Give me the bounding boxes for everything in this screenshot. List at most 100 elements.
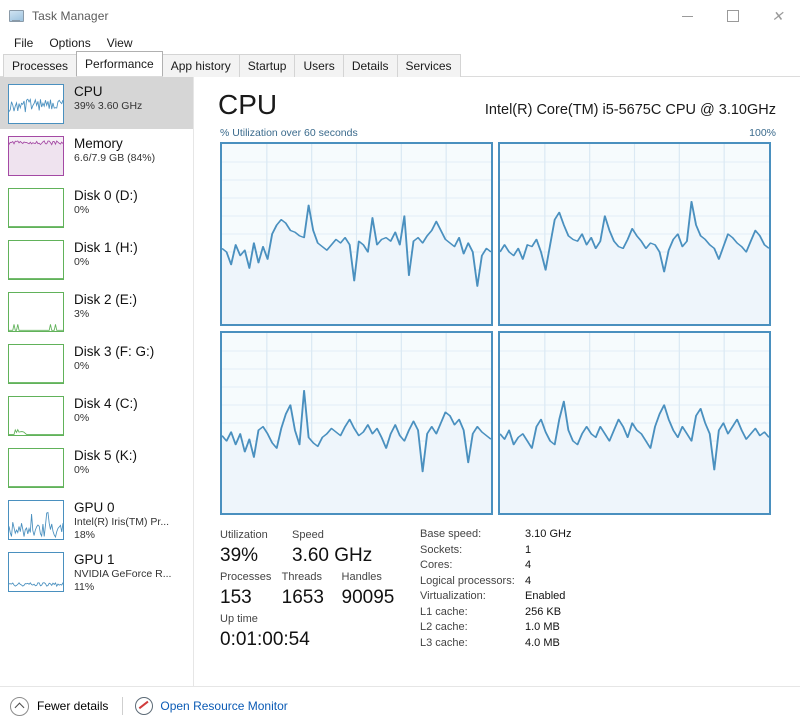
fewer-details-label: Fewer details <box>37 699 109 713</box>
cpu-detail-values: 3.10 GHz 1 4 4 Enabled 256 KB 1.0 MB 4.0 MB <box>525 527 571 653</box>
title-bar: Task Manager ✕ <box>0 0 800 32</box>
cpu-detail-value: 1 <box>525 543 532 556</box>
page-title: CPU <box>218 89 278 120</box>
task-manager-icon <box>8 8 24 24</box>
minimize-button[interactable] <box>665 0 710 32</box>
sidebar-item-text: Disk 4 (C:) 0% <box>74 396 138 425</box>
tab-processes[interactable]: Processes <box>3 54 78 77</box>
stat-handles: Handles 90095 <box>342 569 410 611</box>
tab-services[interactable]: Services <box>396 54 461 77</box>
cpu-detail-value: 1.0 MB <box>525 621 560 633</box>
sidebar-item-label: Disk 0 (D:) <box>74 188 138 203</box>
graph-max-label: 100% <box>749 127 776 139</box>
cpu-stats-primary: Utilization 39% Speed 3.60 GHz Processes… <box>220 527 410 653</box>
sidebar-item-label: CPU <box>74 84 103 99</box>
window-title: Task Manager <box>32 9 109 23</box>
cpu-detail-value: 4 <box>525 574 532 587</box>
sidebar-item-memory[interactable]: Memory 6.6/7.9 GB (84%) <box>0 129 193 181</box>
stat-threads-value: 1653 <box>281 587 324 608</box>
cpu-detail-value: 3.10 GHz <box>525 528 572 540</box>
stat-utilization-label: Utilization <box>220 529 268 541</box>
sidebar-item-subtext: Intel(R) Iris(TM) Pr... <box>74 516 170 528</box>
stat-processes: Processes 153 <box>220 569 282 611</box>
stat-threads-label: Threads <box>281 571 322 583</box>
cpu-model-label: Intel(R) Core(TM) i5-5675C CPU @ 3.10GHz <box>484 102 776 118</box>
sidebar-item-disk-1-h[interactable]: Disk 1 (H:) 0% <box>0 233 193 285</box>
menu-file[interactable]: File <box>6 34 41 52</box>
cpu-stats-details: Base speed: Sockets: Cores: Logical process… <box>420 527 571 653</box>
sidebar-item-text: Disk 1 (H:) 0% <box>74 240 138 269</box>
cpu-detail-pane: CPU Intel(R) Core(TM) i5-5675C CPU @ 3.1… <box>194 77 800 700</box>
sidebar-item-label: Disk 1 (H:) <box>74 240 138 255</box>
graph-caption: % Utilization over 60 seconds <box>220 127 358 139</box>
tab-bar: Processes Performance App history Startu… <box>0 51 800 77</box>
cpu-detail-label: Base speed: <box>420 528 482 540</box>
status-divider <box>122 697 124 715</box>
cpu-detail-label: Sockets: <box>420 543 463 556</box>
close-button[interactable]: ✕ <box>755 0 800 32</box>
stat-uptime-label: Up time <box>220 613 258 625</box>
sidebar-item-text: Memory 6.6/7.9 GB (84%) <box>74 136 155 165</box>
cpu-detail-value: 256 KB <box>525 605 562 618</box>
sidebar-item-gpu-0[interactable]: GPU 0 Intel(R) Iris(TM) Pr... 18% <box>0 493 193 545</box>
tab-startup[interactable]: Startup <box>238 54 296 77</box>
tab-users[interactable]: Users <box>294 54 344 77</box>
sidebar-mini-graph <box>8 240 64 280</box>
sidebar-item-subtext: 6.6/7.9 GB (84%) <box>74 152 156 164</box>
cpu-detail-label: L3 cache: <box>420 636 468 649</box>
menu-view[interactable]: View <box>99 34 141 52</box>
chevron-up-circle-icon <box>10 696 29 716</box>
sidebar-item-label: Disk 5 (K:) <box>74 448 138 463</box>
stat-speed-value: 3.60 GHz <box>292 545 373 566</box>
sidebar-mini-graph <box>8 552 64 592</box>
cpu-detail-value: Enabled <box>525 590 566 602</box>
cpu-core-graph[interactable] <box>220 142 493 326</box>
sidebar-mini-graph <box>8 188 64 228</box>
sidebar-item-label: Disk 3 (F: G:) <box>74 344 155 359</box>
cpu-core-graph[interactable] <box>220 331 493 515</box>
cpu-detail-label: L1 cache: <box>420 605 468 618</box>
tab-app-history[interactable]: App history <box>161 54 240 77</box>
performance-sidebar[interactable]: CPU 39% 3.60 GHz Memory 6.6/7.9 GB (84%) Dis… <box>0 77 194 700</box>
stat-handles-label: Handles <box>341 571 382 583</box>
cpu-detail-label: Logical processors: <box>420 574 515 587</box>
sidebar-item-label: Disk 2 (E:) <box>74 292 138 307</box>
minimize-icon <box>682 15 693 17</box>
sidebar-item-subtext: 3% <box>74 308 90 320</box>
sidebar-item-label: GPU 0 <box>74 500 115 515</box>
maximize-button[interactable] <box>710 0 755 32</box>
cpu-core-graph[interactable] <box>498 331 771 515</box>
sidebar-mini-graph <box>8 344 64 384</box>
sidebar-item-disk-3-f-g[interactable]: Disk 3 (F: G:) 0% <box>0 337 193 389</box>
cpu-detail-label: Virtualization: <box>420 590 486 602</box>
cpu-stats: Utilization 39% Speed 3.60 GHz Processes… <box>220 527 800 653</box>
cpu-core-graph[interactable] <box>498 142 771 326</box>
sidebar-mini-graph <box>8 136 64 176</box>
sidebar-item-disk-5-k[interactable]: Disk 5 (K:) 0% <box>0 441 193 493</box>
cpu-detail-labels: Base speed: Sockets: Cores: Logical process… <box>420 527 525 653</box>
sidebar-item-disk-2-e[interactable]: Disk 2 (E:) 3% <box>0 285 193 337</box>
tab-details[interactable]: Details <box>342 54 398 77</box>
sidebar-mini-graph <box>8 500 64 540</box>
sidebar-item-label: Disk 4 (C:) <box>74 396 138 411</box>
sidebar-item-gpu-1[interactable]: GPU 1 NVIDIA GeForce R... 11% <box>0 545 193 597</box>
open-resource-monitor-link[interactable]: Open Resource Monitor <box>135 697 288 715</box>
stat-uptime-value: 0:01:00:54 <box>220 629 310 650</box>
cpu-logical-processor-graphs[interactable] <box>220 142 771 515</box>
tab-performance[interactable]: Performance <box>76 51 163 76</box>
sidebar-item-label: GPU 1 <box>74 552 115 567</box>
sidebar-item-subtext-2: 18% <box>74 529 96 541</box>
sidebar-item-subtext: 0% <box>74 360 90 372</box>
sidebar-mini-graph <box>8 84 64 124</box>
status-bar: Fewer details Open Resource Monitor <box>0 686 800 725</box>
sidebar-item-text: Disk 2 (E:) 3% <box>74 292 137 321</box>
sidebar-item-cpu[interactable]: CPU 39% 3.60 GHz <box>0 77 193 129</box>
sidebar-item-disk-0-d[interactable]: Disk 0 (D:) 0% <box>0 181 193 233</box>
sidebar-item-disk-4-c[interactable]: Disk 4 (C:) 0% <box>0 389 193 441</box>
sidebar-item-text: GPU 0 Intel(R) Iris(TM) Pr... 18% <box>74 500 169 542</box>
stat-speed-label: Speed <box>292 529 324 541</box>
cpu-detail-label: L2 cache: <box>420 621 468 633</box>
menu-options[interactable]: Options <box>41 34 98 52</box>
fewer-details-button[interactable]: Fewer details <box>10 696 109 716</box>
maximize-icon <box>726 10 739 22</box>
